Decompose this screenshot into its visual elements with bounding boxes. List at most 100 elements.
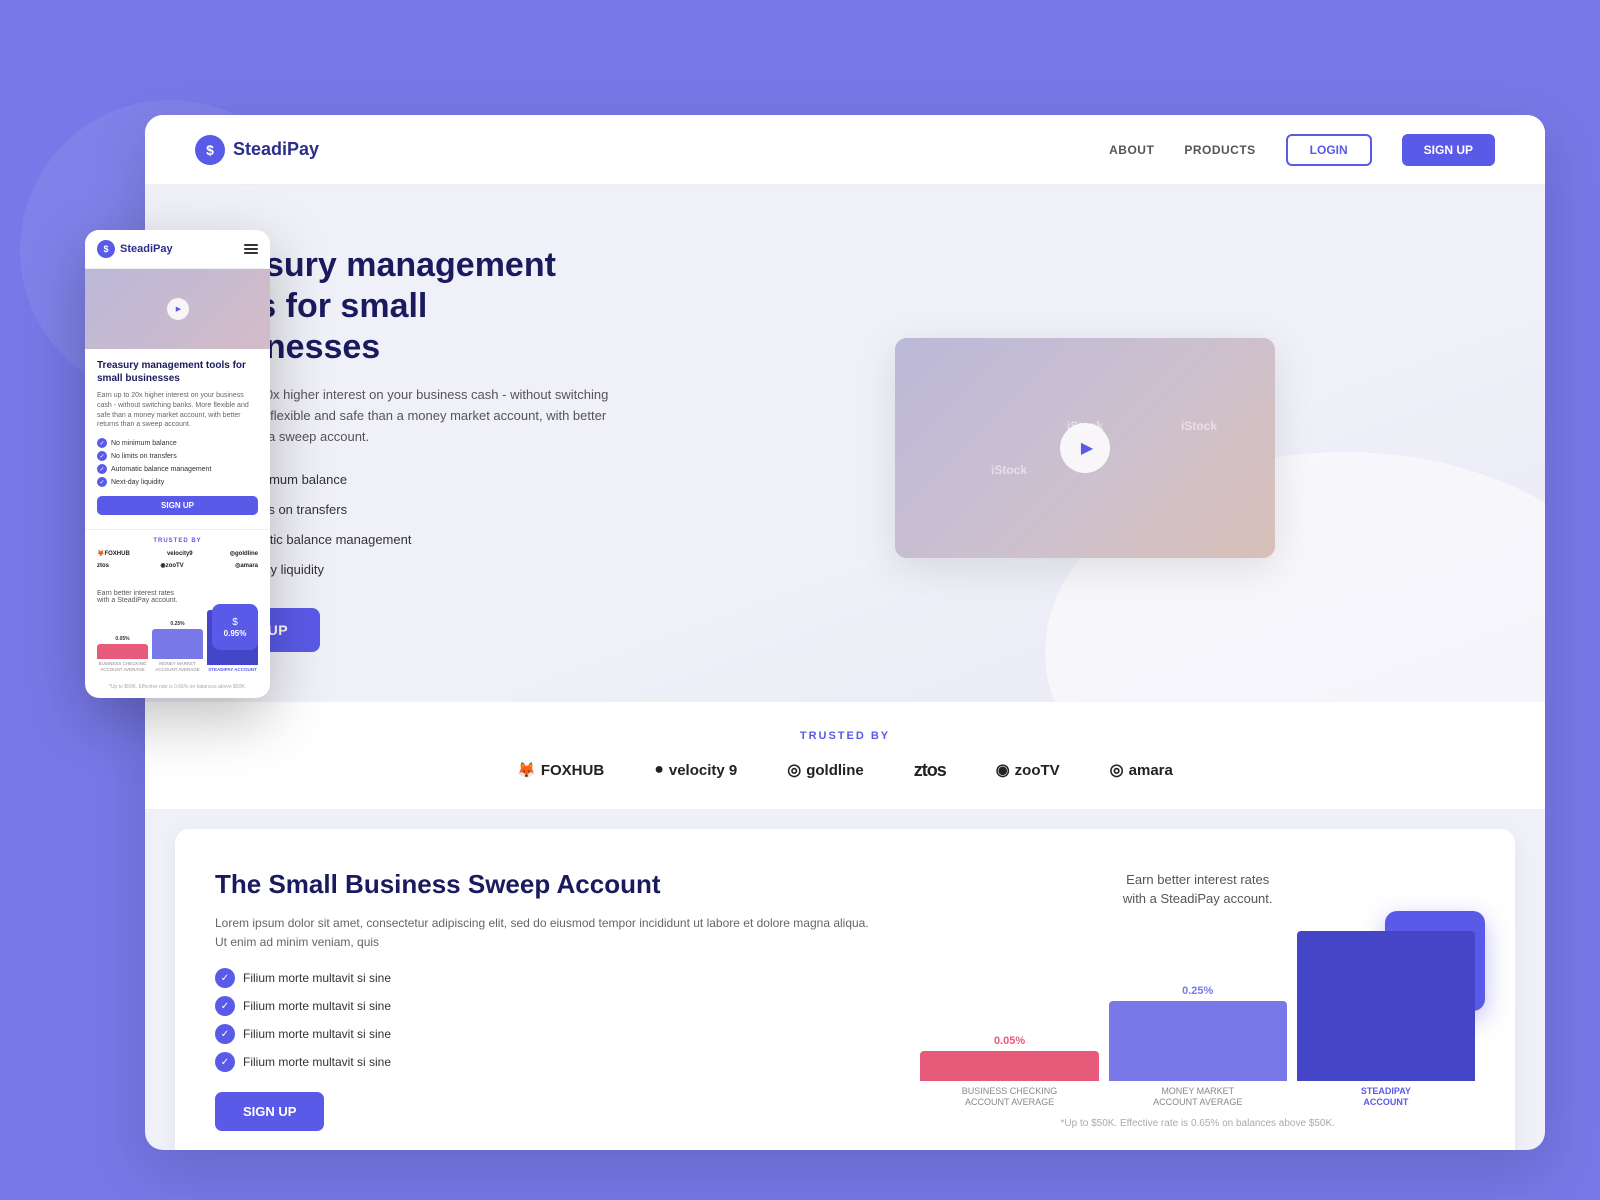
mobile-preview-card: $ SteadiPay Treasury management tools fo… <box>85 230 270 698</box>
mobile-footnote: *Up to $50K. Effective rate is 0.65% on … <box>85 680 270 698</box>
chart-container: 0.05% BUSINESS CHECKINGACCOUNT AVERAGE 0… <box>920 928 1475 1108</box>
chart-bar-steadipay: $ 0.95% STEADIPAYACCOUNT <box>1297 931 1475 1108</box>
mobile-signup-button[interactable]: SIGN UP <box>97 496 258 515</box>
mobile-hero-desc: Earn up to 20x higher interest on your b… <box>97 391 258 430</box>
sweep-footnote: *Up to $50K. Effective rate is 0.65% on … <box>1031 1108 1365 1129</box>
trusted-label: TRUSTED BY <box>195 730 1495 742</box>
nav-right: ABOUT PRODUCTS LOGIN SIGN UP <box>1109 134 1495 166</box>
sweep-check-label-4: Filium morte multavit si sine <box>243 1055 391 1069</box>
sweep-check-2: ✓ Filium morte multavit si sine <box>215 996 880 1016</box>
foxhub-icon: 🦊 <box>517 761 536 779</box>
sweep-check-3: ✓ Filium morte multavit si sine <box>215 1024 880 1044</box>
chart-label-checking: BUSINESS CHECKINGACCOUNT AVERAGE <box>962 1086 1058 1108</box>
chart-label-mm: MONEY MARKETACCOUNT AVERAGE <box>1153 1086 1242 1108</box>
chart-rect-checking <box>920 1051 1098 1081</box>
nav-about-link[interactable]: ABOUT <box>1109 143 1154 157</box>
nav-logo-icon: $ <box>195 135 225 165</box>
mobile-checklist-item-1: No minimum balance <box>97 438 258 448</box>
hero-right: iStock iStock iStock <box>675 338 1495 558</box>
hamburger-icon[interactable] <box>244 244 258 254</box>
mobile-content: Treasury management tools for small busi… <box>85 349 270 525</box>
mobile-chart-desc: Earn better interest rateswith a SteadiP… <box>97 590 258 604</box>
mobile-play-button[interactable] <box>167 298 189 320</box>
ztos-label: ztos <box>914 760 946 781</box>
sweep-check-icon-1: ✓ <box>215 968 235 988</box>
mobile-bar-checking-label: BUSINESS CHECKING ACCOUNT AVERAGE <box>97 661 148 672</box>
hero-video-inner: iStock iStock iStock <box>895 338 1275 558</box>
brand-zootv: ◉ zooTV <box>996 760 1060 780</box>
zootv-label: zooTV <box>1015 762 1060 779</box>
sweep-description: Lorem ipsum dolor sit amet, consectetur … <box>215 914 880 952</box>
nav-products-link[interactable]: PRODUCTS <box>1184 143 1255 157</box>
mobile-logo-text: SteadiPay <box>120 243 173 255</box>
amara-label: amara <box>1129 762 1173 779</box>
mobile-hero-image <box>85 269 270 349</box>
mobile-brand-ztos: ztos <box>97 563 109 569</box>
brand-ztos: ztos <box>914 760 946 781</box>
mobile-logo: $ SteadiPay <box>97 240 173 258</box>
amara-icon: ◎ <box>1110 760 1124 780</box>
sweep-check-label-3: Filium morte multavit si sine <box>243 1027 391 1041</box>
nav-logo-text: SteadiPay <box>233 139 319 160</box>
mobile-brands-row-2: ztos ◉zooTV ◎amara <box>97 562 258 569</box>
chart-value-mm: 0.25% <box>1182 985 1213 997</box>
mobile-brand-goldline: ◎goldline <box>230 550 258 557</box>
zootv-icon: ◉ <box>996 760 1010 780</box>
mobile-logo-icon: $ <box>97 240 115 258</box>
sweep-check-1: ✓ Filium morte multavit si sine <box>215 968 880 988</box>
mobile-hero-title: Treasury management tools for small busi… <box>97 359 258 385</box>
mobile-bar-checking-value: 0.05% <box>115 636 129 642</box>
mobile-steadipay-pill: $ 0.95% <box>212 604 258 650</box>
mobile-bar-checking: 0.05% BUSINESS CHECKING ACCOUNT AVERAGE <box>97 636 148 672</box>
main-desktop-card: $ SteadiPay ABOUT PRODUCTS LOGIN SIGN UP… <box>145 115 1545 1150</box>
mobile-pill-rate: 0.95% <box>224 629 247 638</box>
mobile-hero-image-inner <box>85 269 270 349</box>
mobile-brand-foxhub: 🦊FOXHUB <box>97 550 130 557</box>
goldline-label: goldline <box>806 762 864 779</box>
sweep-left: The Small Business Sweep Account Lorem i… <box>215 869 880 1132</box>
mobile-trusted-section: TRUSTED BY 🦊FOXHUB velocity9 ◎goldline z… <box>85 529 270 582</box>
chart-rect-steadipay <box>1297 931 1475 1081</box>
chart-value-checking: 0.05% <box>994 1035 1025 1047</box>
sweep-section: The Small Business Sweep Account Lorem i… <box>175 829 1515 1150</box>
nav-login-button[interactable]: LOGIN <box>1286 134 1372 166</box>
nav-logo[interactable]: $ SteadiPay <box>195 135 319 165</box>
mobile-bar-steadipay-label: STEADIPAY ACCOUNT <box>208 667 257 672</box>
mobile-brands-row-1: 🦊FOXHUB velocity9 ◎goldline <box>97 550 258 557</box>
outer-background: $ SteadiPay Treasury management tools fo… <box>0 0 1600 1200</box>
brand-goldline: ◎ goldline <box>787 760 863 780</box>
mobile-bar-money-market: 0.25% MONEY MARKET ACCOUNT AVERAGE <box>152 621 203 672</box>
mobile-header: $ SteadiPay <box>85 230 270 269</box>
brand-foxhub: 🦊 FOXHUB <box>517 761 604 779</box>
mobile-checklist: No minimum balance No limits on transfer… <box>97 438 258 487</box>
sweep-title: The Small Business Sweep Account <box>215 869 880 900</box>
brand-amara: ◎ amara <box>1110 760 1173 780</box>
sweep-signup-button[interactable]: SIGN UP <box>215 1092 324 1131</box>
velocity-label: velocity 9 <box>669 762 737 779</box>
sweep-right: Earn better interest rateswith a SteadiP… <box>920 871 1475 1128</box>
mobile-pill-icon: $ <box>232 617 238 628</box>
sweep-chart-wrapper: 0.05% BUSINESS CHECKINGACCOUNT AVERAGE 0… <box>920 928 1475 1108</box>
sweep-checklist: ✓ Filium morte multavit si sine ✓ Filium… <box>215 968 880 1072</box>
mobile-brand-amara: ◎amara <box>235 562 258 569</box>
chart-bar-checking: 0.05% BUSINESS CHECKINGACCOUNT AVERAGE <box>920 1035 1098 1108</box>
sweep-check-label-2: Filium morte multavit si sine <box>243 999 391 1013</box>
chart-bar-money-market: 0.25% MONEY MARKETACCOUNT AVERAGE <box>1109 985 1287 1108</box>
trusted-section: TRUSTED BY 🦊 FOXHUB ● velocity 9 ◎ goldl… <box>145 702 1545 809</box>
navigation: $ SteadiPay ABOUT PRODUCTS LOGIN SIGN UP <box>145 115 1545 185</box>
sweep-check-icon-4: ✓ <box>215 1052 235 1072</box>
mobile-bar-mm-label: MONEY MARKET ACCOUNT AVERAGE <box>152 661 203 672</box>
mobile-checklist-item-2: No limits on transfers <box>97 451 258 461</box>
hero-video: iStock iStock iStock <box>895 338 1275 558</box>
velocity-icon: ● <box>654 761 664 779</box>
sweep-check-icon-2: ✓ <box>215 996 235 1016</box>
mobile-checklist-item-4: Next-day liquidity <box>97 477 258 487</box>
goldline-icon: ◎ <box>787 760 801 780</box>
mobile-checklist-item-3: Automatic balance management <box>97 464 258 474</box>
hero-play-button[interactable] <box>1060 423 1110 473</box>
chart-rect-mm <box>1109 1001 1287 1081</box>
sweep-check-4: ✓ Filium morte multavit si sine <box>215 1052 880 1072</box>
istock-watermark-3: iStock <box>1181 419 1217 433</box>
foxhub-label: FOXHUB <box>541 762 604 779</box>
nav-signup-button[interactable]: SIGN UP <box>1402 134 1495 166</box>
